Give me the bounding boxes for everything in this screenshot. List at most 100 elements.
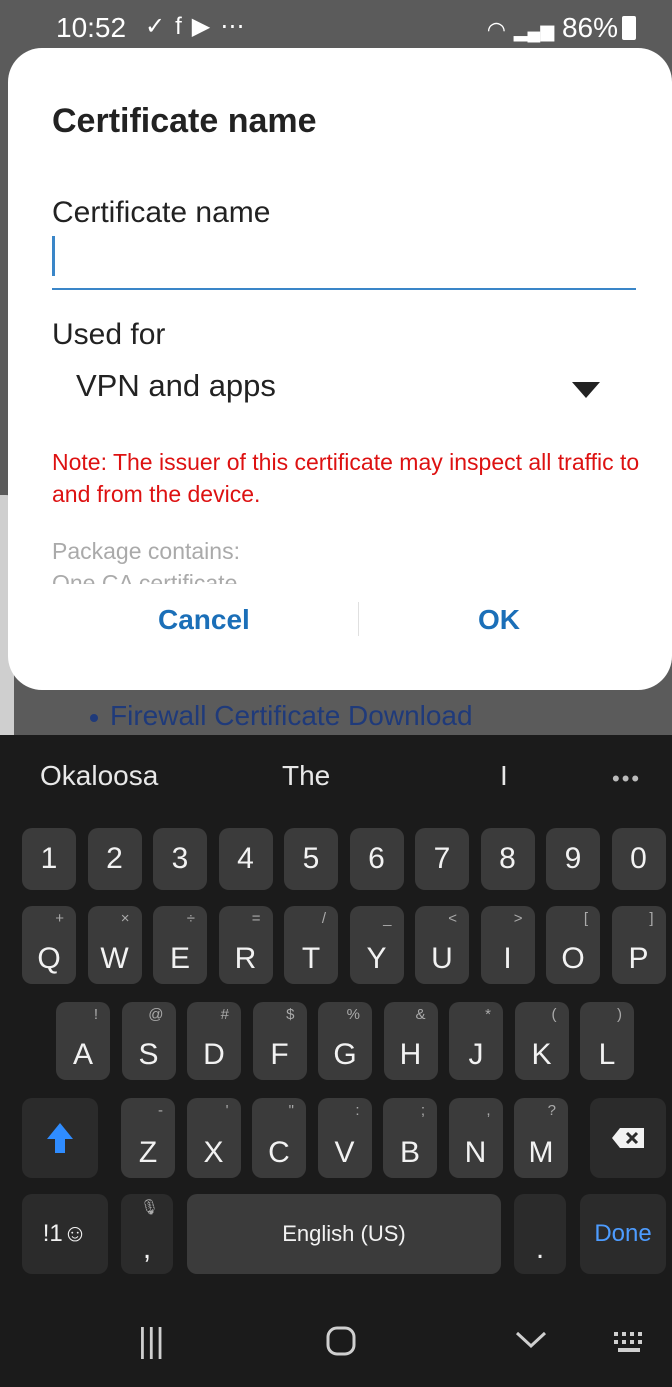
period-key[interactable]: . — [514, 1194, 566, 1274]
key-j[interactable]: * J — [449, 1002, 503, 1080]
key-m-secondary: ? — [547, 1102, 556, 1119]
key-b[interactable]: ; B — [383, 1098, 437, 1178]
key-u-secondary: < — [448, 910, 457, 927]
comma-key[interactable]: 🎙, — [121, 1194, 173, 1274]
certificate-name-input[interactable] — [52, 234, 636, 290]
key-w[interactable]: × W — [87, 906, 142, 984]
space-key[interactable]: English (US) — [187, 1194, 501, 1274]
home-icon[interactable] — [326, 1326, 356, 1361]
key-k[interactable]: (K — [514, 1002, 569, 1080]
backspace-key[interactable] — [590, 1098, 666, 1178]
key-j-secondary: * — [485, 1006, 491, 1023]
key-n-secondary: , — [486, 1102, 491, 1119]
key-i[interactable]: > I — [480, 906, 535, 984]
used-for-value: VPN and apps — [76, 368, 276, 403]
backspace-icon — [612, 1128, 644, 1148]
download-done-icon: ✓ — [145, 13, 176, 40]
key-f-secondary: $ — [286, 1006, 295, 1023]
space-key-label: English (US) — [282, 1221, 406, 1246]
key-s[interactable]: @ S — [121, 1002, 176, 1080]
key-d-label: D — [203, 1038, 225, 1071]
key-4-label: 4 — [237, 842, 254, 875]
key-7-label: 7 — [433, 842, 451, 875]
key-x[interactable]: ' X — [186, 1098, 241, 1178]
key-c-label: C — [268, 1136, 290, 1169]
suggestion-2[interactable]: The — [282, 760, 330, 792]
key-v-label: V — [334, 1136, 355, 1169]
key-p-label: P — [628, 942, 649, 975]
more-dots-icon: ⋯ — [220, 13, 255, 40]
key-7[interactable]: 7 — [415, 828, 469, 890]
key-4[interactable]: 4 — [218, 828, 273, 890]
key-c[interactable]: " C — [252, 1098, 306, 1178]
key-3[interactable]: 3 — [153, 828, 207, 890]
dropdown-arrow-icon[interactable] — [572, 382, 600, 398]
key-k-secondary: ( — [551, 1006, 557, 1023]
key-d[interactable]: # D — [187, 1002, 241, 1080]
key-i-secondary: > — [513, 910, 523, 927]
recents-icon[interactable]: ||| — [138, 1322, 165, 1361]
key-f[interactable]: $ F — [252, 1002, 307, 1080]
key-c-secondary: " — [288, 1102, 294, 1119]
key-2[interactable]: 2 — [87, 828, 142, 890]
key-r[interactable]: = R — [218, 906, 273, 984]
keyboard-grid-icon — [614, 1332, 642, 1352]
signal-icon: ▂▄▆ — [513, 21, 555, 41]
key-5[interactable]: 5 — [284, 828, 338, 890]
suggestion-more-icon[interactable]: ••• — [612, 766, 641, 792]
key-e[interactable]: ÷ E — [153, 906, 207, 984]
bullet-icon — [90, 713, 98, 722]
facebook-icon: f — [175, 13, 192, 40]
period-key-label: . — [535, 1232, 545, 1265]
key-l[interactable]: ) L — [580, 1002, 634, 1080]
key-m[interactable]: ? M — [514, 1098, 568, 1178]
key-y-label: Y — [366, 942, 387, 975]
suggestion-3[interactable]: I — [500, 760, 508, 792]
key-h[interactable]: & H — [383, 1002, 438, 1080]
key-o[interactable]: [O — [546, 906, 600, 984]
shift-key[interactable] — [22, 1098, 98, 1178]
dialog-title: Certificate name — [52, 102, 317, 140]
key-s-label: S — [138, 1038, 159, 1071]
symbols-key-label: !1☺ — [42, 1220, 88, 1247]
symbols-key[interactable]: !1☺ — [22, 1194, 108, 1274]
home-icon-shape — [326, 1326, 356, 1356]
status-time: 10:52 — [56, 12, 127, 43]
key-6[interactable]: 6 — [349, 828, 404, 890]
key-g-secondary: % — [346, 1006, 360, 1023]
key-3-label: 3 — [171, 842, 189, 875]
ok-button[interactable]: OK — [478, 604, 520, 636]
key-0[interactable]: 0 — [611, 828, 666, 890]
cancel-button[interactable]: Cancel — [158, 604, 250, 636]
hide-keyboard-icon[interactable] — [514, 1330, 548, 1355]
package-value: One CA certificate — [52, 570, 238, 584]
key-p[interactable]: ] P — [611, 906, 666, 984]
key-o-secondary: [ — [583, 910, 588, 927]
used-for-select[interactable]: VPN and apps — [76, 368, 596, 416]
key-1[interactable]: 1 — [22, 828, 76, 890]
text-cursor — [52, 236, 55, 276]
done-key[interactable]: Done — [580, 1194, 666, 1274]
key-q[interactable]: + Q — [22, 906, 76, 984]
key-8[interactable]: 8 — [480, 828, 535, 890]
key-f-label: F — [270, 1038, 289, 1071]
key-p-secondary: ] — [649, 910, 654, 927]
key-l-secondary: ) — [617, 1006, 622, 1023]
key-9-label: 9 — [564, 842, 582, 875]
key-g[interactable]: % G — [318, 1002, 372, 1080]
key-q-secondary: + — [55, 910, 64, 927]
key-y[interactable]: _ Y — [349, 906, 404, 984]
key-u[interactable]: < U — [415, 906, 469, 984]
key-v[interactable]: :V — [317, 1098, 372, 1178]
suggestion-1[interactable]: Okaloosa — [40, 760, 158, 792]
certificate-dialog: Certificate name Certificate name Used f… — [8, 48, 672, 690]
status-right: ◠ ▂▄▆ 86% — [487, 12, 636, 44]
key-a[interactable]: ! A — [56, 1002, 110, 1080]
button-divider — [358, 602, 359, 636]
key-b-label: B — [399, 1136, 420, 1169]
keyboard-switch-icon[interactable] — [612, 1330, 646, 1359]
key-t[interactable]: / T — [284, 906, 338, 984]
key-n[interactable]: ,N — [448, 1098, 503, 1178]
key-9[interactable]: 9 — [546, 828, 600, 890]
key-z[interactable]: -Z — [121, 1098, 175, 1178]
